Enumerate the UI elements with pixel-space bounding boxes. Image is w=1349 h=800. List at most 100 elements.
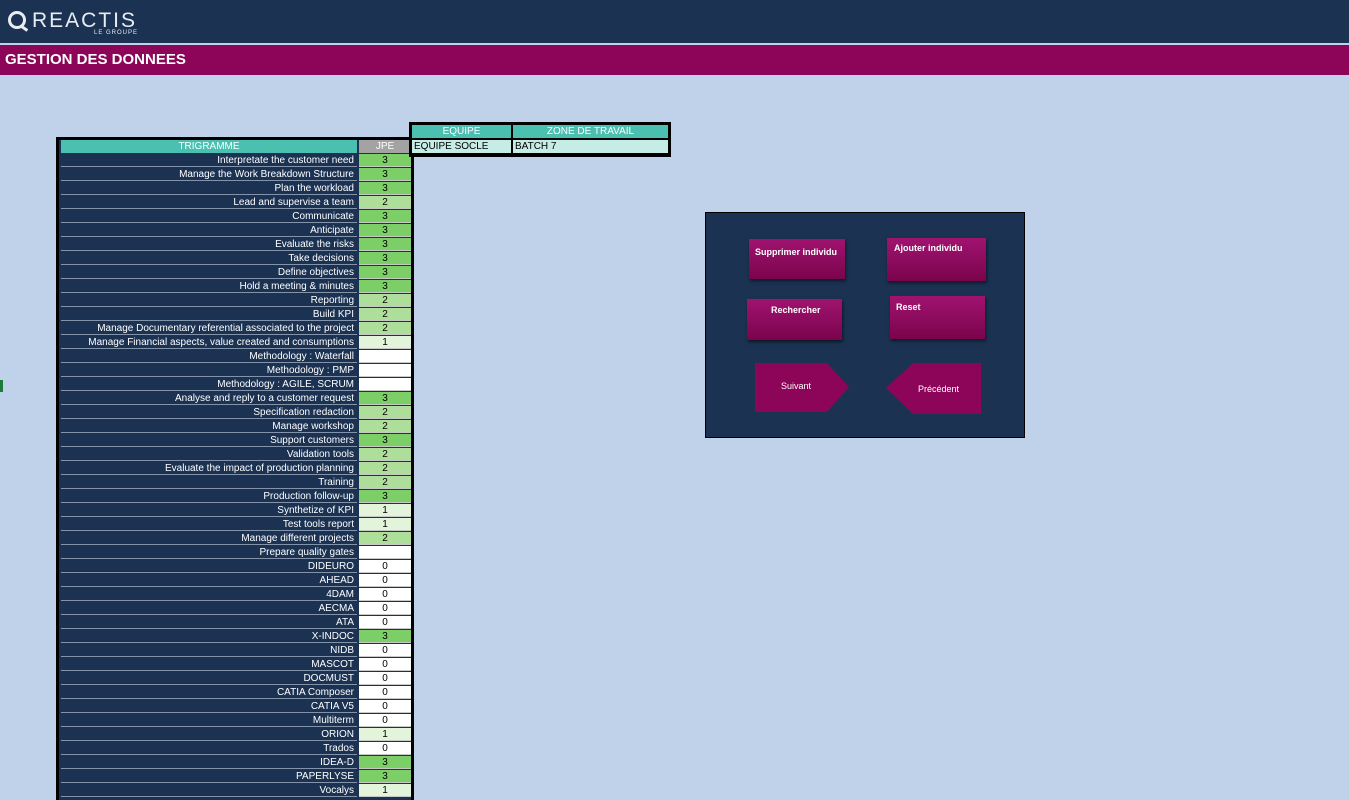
skill-label[interactable]: Manage the Work Breakdown Structure — [61, 168, 357, 181]
skill-label[interactable]: Methodology : PMP — [61, 364, 357, 377]
skill-label[interactable]: Evaluate the risks — [61, 238, 357, 251]
skill-level-cell[interactable]: 1 — [359, 518, 411, 531]
skill-label[interactable]: Synthetize of KPI — [61, 504, 357, 517]
skill-label[interactable]: Methodology : Waterfall — [61, 350, 357, 363]
add-individual-button[interactable]: Ajouter individu — [887, 238, 986, 281]
skill-label[interactable]: Specification redaction — [61, 406, 357, 419]
skill-level-cell[interactable]: 3 — [359, 210, 411, 223]
skill-label[interactable]: Manage Financial aspects, value created … — [61, 336, 357, 349]
equipe-value[interactable]: EQUIPE SOCLE — [412, 140, 511, 153]
zone-value[interactable]: BATCH 7 — [513, 140, 668, 153]
skill-level-cell[interactable]: 2 — [359, 476, 411, 489]
skill-level-cell[interactable] — [359, 378, 411, 391]
skill-level-cell[interactable]: 0 — [359, 700, 411, 713]
skill-label[interactable]: Plan the workload — [61, 182, 357, 195]
skill-label[interactable]: ORION — [61, 728, 357, 741]
skill-label[interactable]: Define objectives — [61, 266, 357, 279]
skill-label[interactable]: Multiterm — [61, 714, 357, 727]
skill-label[interactable]: Hold a meeting & minutes — [61, 280, 357, 293]
skill-level-cell[interactable]: 0 — [359, 588, 411, 601]
skill-level-cell[interactable]: 2 — [359, 308, 411, 321]
skill-level-cell[interactable]: 1 — [359, 336, 411, 349]
skill-label[interactable]: AECMA — [61, 602, 357, 615]
skill-level-cell[interactable]: 0 — [359, 602, 411, 615]
skill-level-cell[interactable]: 2 — [359, 420, 411, 433]
skill-label[interactable]: X-INDOC — [61, 630, 357, 643]
skill-level-cell[interactable]: 0 — [359, 686, 411, 699]
skill-label[interactable]: Validation tools — [61, 448, 357, 461]
skill-label[interactable]: Interpretate the customer need — [61, 154, 357, 167]
skill-level-cell[interactable]: 3 — [359, 770, 411, 783]
skill-level-cell[interactable]: 0 — [359, 742, 411, 755]
skill-level-cell[interactable]: 3 — [359, 392, 411, 405]
skill-label[interactable]: Anticipate — [61, 224, 357, 237]
skill-level-cell[interactable]: 3 — [359, 168, 411, 181]
skill-label[interactable]: Production follow-up — [61, 490, 357, 503]
delete-individual-button[interactable]: Supprimer individu — [749, 239, 845, 279]
skill-label[interactable]: PAPERLYSE — [61, 770, 357, 783]
skill-level-cell[interactable]: 1 — [359, 504, 411, 517]
skill-level-cell[interactable]: 2 — [359, 294, 411, 307]
skill-label[interactable]: Lead and supervise a team — [61, 196, 357, 209]
skill-level-cell[interactable]: 3 — [359, 756, 411, 769]
skill-level-cell[interactable]: 0 — [359, 644, 411, 657]
skill-level-cell[interactable]: 0 — [359, 714, 411, 727]
skill-level-cell[interactable] — [359, 364, 411, 377]
search-button[interactable]: Rechercher — [747, 299, 842, 340]
skill-label[interactable]: Manage workshop — [61, 420, 357, 433]
skill-level-cell[interactable]: 3 — [359, 154, 411, 167]
skill-level-cell[interactable]: 2 — [359, 532, 411, 545]
skill-level-cell[interactable]: 0 — [359, 574, 411, 587]
skill-label[interactable]: Methodology : AGILE, SCRUM — [61, 378, 357, 391]
skill-label[interactable]: Build KPI — [61, 308, 357, 321]
skill-label[interactable]: Manage different projects — [61, 532, 357, 545]
reset-button[interactable]: Reset — [890, 296, 985, 339]
skill-label[interactable]: Test tools report — [61, 518, 357, 531]
skill-level-cell[interactable]: 2 — [359, 406, 411, 419]
skill-level-cell[interactable]: 3 — [359, 630, 411, 643]
jpe-header[interactable]: JPE — [359, 140, 411, 153]
skill-label[interactable]: CATIA V5 — [61, 700, 357, 713]
skill-level-cell[interactable]: 2 — [359, 196, 411, 209]
skill-label[interactable]: NIDB — [61, 644, 357, 657]
skill-level-cell[interactable]: 1 — [359, 728, 411, 741]
skill-level-cell[interactable] — [359, 350, 411, 363]
skill-label[interactable]: IDEA-D — [61, 756, 357, 769]
skill-label[interactable]: Support customers — [61, 434, 357, 447]
skill-label[interactable]: Evaluate the impact of production planni… — [61, 462, 357, 475]
skill-label[interactable]: AHEAD — [61, 574, 357, 587]
skill-label[interactable]: Take decisions — [61, 252, 357, 265]
skill-label[interactable]: Manage Documentary referential associate… — [61, 322, 357, 335]
skill-level-cell[interactable]: 3 — [359, 490, 411, 503]
trigramme-header[interactable]: TRIGRAMME — [61, 140, 357, 153]
skill-level-cell[interactable] — [359, 546, 411, 559]
skill-label[interactable]: 4DAM — [61, 588, 357, 601]
skill-label[interactable]: CATIA Composer — [61, 686, 357, 699]
skill-level-cell[interactable]: 3 — [359, 280, 411, 293]
equipe-header[interactable]: EQUIPE — [412, 125, 511, 138]
skill-level-cell[interactable]: 0 — [359, 672, 411, 685]
skill-level-cell[interactable]: 3 — [359, 434, 411, 447]
skill-label[interactable]: DIDEURO — [61, 560, 357, 573]
skill-level-cell[interactable]: 0 — [359, 616, 411, 629]
skill-label[interactable]: Analyse and reply to a customer request — [61, 392, 357, 405]
previous-button[interactable]: Précédent — [886, 363, 981, 414]
skill-level-cell[interactable]: 3 — [359, 266, 411, 279]
skill-label[interactable]: Prepare quality gates — [61, 546, 357, 559]
skill-level-cell[interactable]: 3 — [359, 224, 411, 237]
skill-level-cell[interactable]: 3 — [359, 182, 411, 195]
skill-label[interactable]: Reporting — [61, 294, 357, 307]
skill-level-cell[interactable]: 2 — [359, 448, 411, 461]
zone-header[interactable]: ZONE DE TRAVAIL — [513, 125, 668, 138]
skill-label[interactable]: DOCMUST — [61, 672, 357, 685]
skill-level-cell[interactable]: 3 — [359, 238, 411, 251]
skill-label[interactable]: MASCOT — [61, 658, 357, 671]
next-button[interactable]: Suivant — [755, 363, 849, 412]
skill-level-cell[interactable]: 0 — [359, 560, 411, 573]
skill-label[interactable]: Communicate — [61, 210, 357, 223]
skill-level-cell[interactable]: 2 — [359, 322, 411, 335]
skill-level-cell[interactable]: 0 — [359, 658, 411, 671]
skill-label[interactable]: ATA — [61, 616, 357, 629]
skill-label[interactable]: Trados — [61, 742, 357, 755]
skill-label[interactable]: Training — [61, 476, 357, 489]
